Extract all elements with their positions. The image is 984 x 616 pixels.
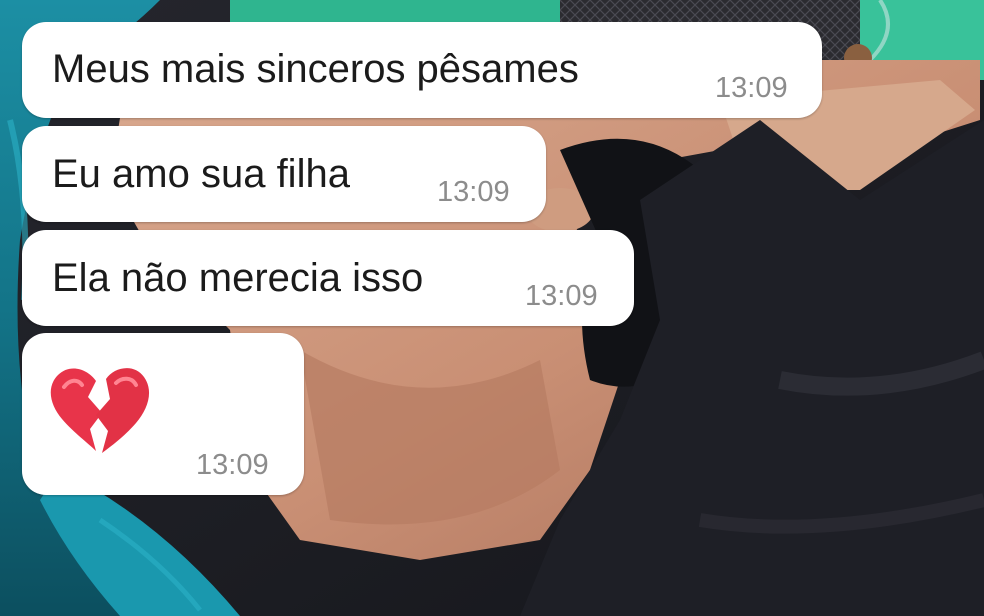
message-text: Meus mais sinceros pêsames [52, 47, 579, 91]
message-text: Ela não merecia isso [52, 256, 424, 300]
message-bubble[interactable]: 13:09 [22, 333, 304, 495]
message-timestamp: 13:09 [437, 176, 510, 208]
broken-heart-icon [50, 365, 150, 457]
bubble-tail [28, 44, 46, 62]
message-bubble[interactable]: Ela não merecia isso 13:09 [22, 230, 634, 326]
message-bubble[interactable]: Eu amo sua filha 13:09 [22, 126, 546, 222]
message-text: Eu amo sua filha [52, 152, 350, 196]
message-timestamp: 13:09 [196, 449, 269, 481]
message-timestamp: 13:09 [715, 72, 788, 104]
message-timestamp: 13:09 [525, 280, 598, 312]
message-bubble[interactable]: Meus mais sinceros pêsames 13:09 [22, 22, 822, 118]
